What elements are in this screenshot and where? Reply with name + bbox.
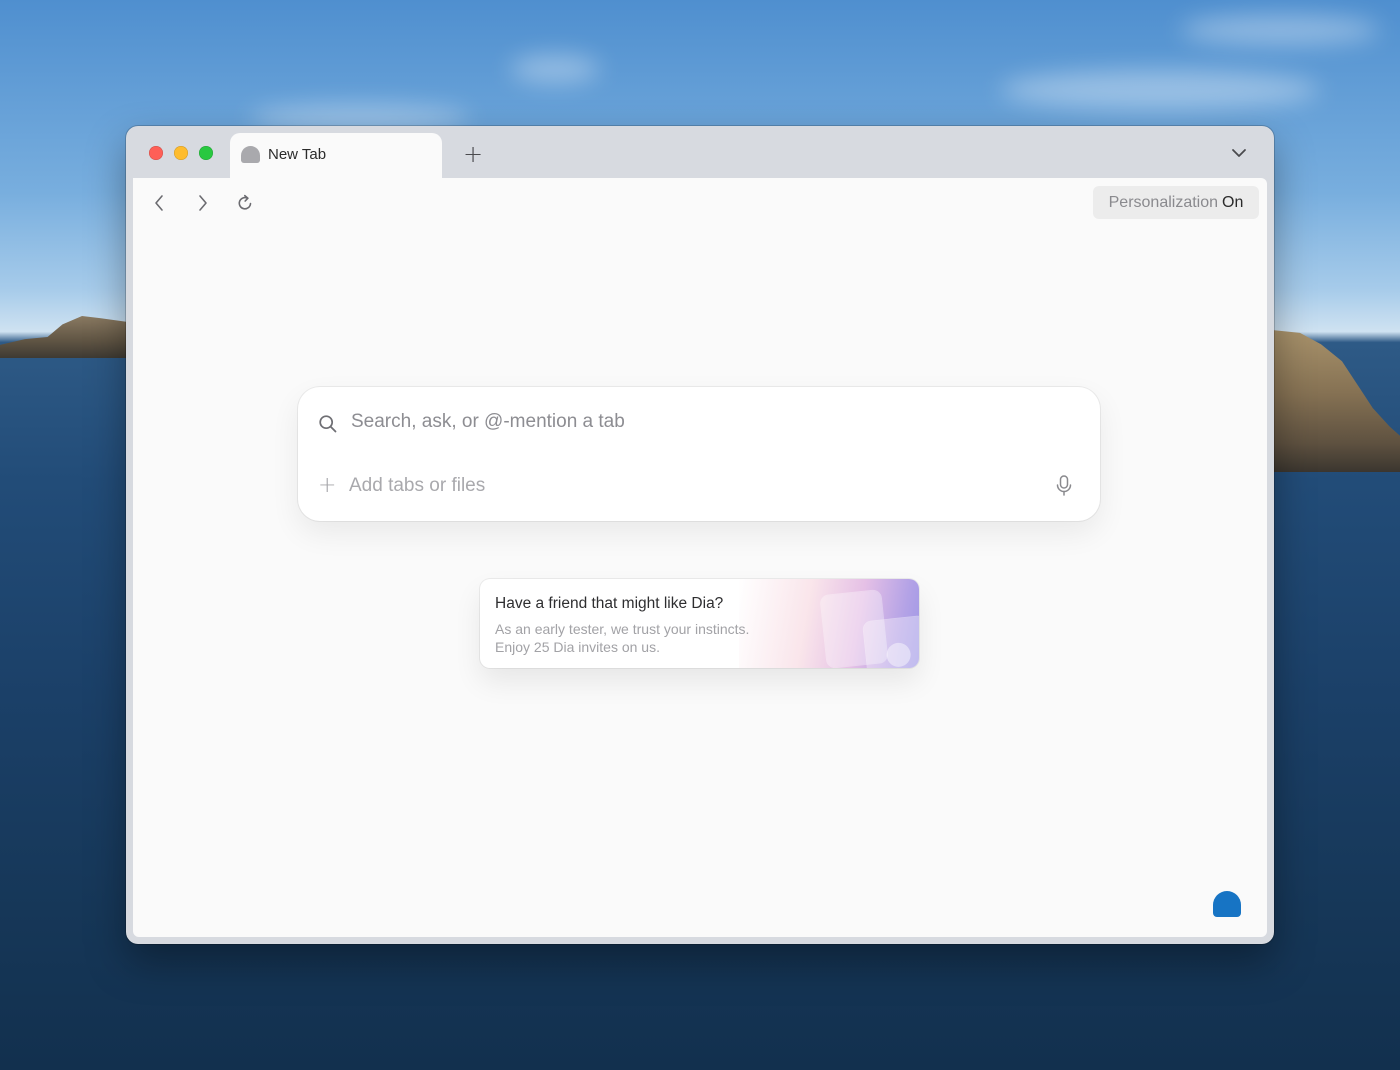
tabs-menu-button[interactable] bbox=[1226, 143, 1252, 165]
add-tabs-or-files-button[interactable]: Add tabs or files bbox=[349, 475, 485, 497]
chevron-down-icon bbox=[1232, 149, 1246, 157]
chevron-left-icon bbox=[155, 195, 163, 211]
cloud bbox=[1180, 15, 1380, 45]
search-input[interactable]: Search, ask, or @-mention a tab bbox=[351, 411, 625, 433]
reload-button[interactable] bbox=[234, 192, 256, 214]
invite-title: Have a friend that might like Dia? bbox=[495, 595, 724, 612]
personalization-state: On bbox=[1222, 194, 1244, 211]
back-button[interactable] bbox=[148, 192, 170, 214]
dia-logo-icon bbox=[241, 146, 260, 163]
invite-line-1: As an early tester, we trust your instin… bbox=[495, 621, 750, 637]
reload-icon bbox=[238, 194, 252, 210]
avatar-icon bbox=[885, 641, 912, 668]
close-window-button[interactable] bbox=[149, 146, 163, 160]
dia-assistant-icon[interactable] bbox=[1213, 891, 1241, 917]
zoom-window-button[interactable] bbox=[199, 146, 213, 160]
search-box[interactable]: Search, ask, or @-mention a tab + Add ta… bbox=[298, 387, 1100, 521]
invite-description: As an early tester, we trust your instin… bbox=[495, 620, 805, 656]
tab-title: New Tab bbox=[268, 146, 327, 163]
tab-new-tab[interactable]: New Tab bbox=[230, 133, 442, 178]
island-right bbox=[1272, 330, 1400, 472]
cloud bbox=[510, 55, 600, 83]
invite-line-2: Enjoy 25 Dia invites on us. bbox=[495, 639, 660, 655]
browser-window: New Tab + Personalization On Search, ask… bbox=[126, 126, 1274, 944]
new-tab-button[interactable]: + bbox=[460, 142, 486, 168]
personalization-label: Personalization bbox=[1108, 194, 1219, 211]
forward-button[interactable] bbox=[192, 192, 214, 214]
cloud bbox=[1000, 70, 1320, 110]
microphone-icon[interactable] bbox=[1054, 474, 1074, 498]
island-left bbox=[0, 316, 130, 358]
page-content: Personalization On Search, ask, or @-ment… bbox=[133, 178, 1267, 937]
search-icon bbox=[319, 415, 337, 433]
add-icon[interactable]: + bbox=[318, 475, 336, 497]
personalization-toggle[interactable]: Personalization On bbox=[1093, 186, 1259, 219]
invite-friend-card[interactable]: Have a friend that might like Dia? As an… bbox=[480, 579, 919, 668]
invite-card-illustration bbox=[863, 615, 919, 668]
minimize-window-button[interactable] bbox=[174, 146, 188, 160]
chevron-right-icon bbox=[199, 195, 207, 211]
